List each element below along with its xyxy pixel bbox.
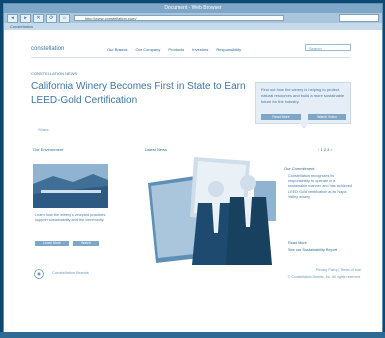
site-nav: Our Brands Our Company Products Investor… — [107, 47, 241, 52]
footer-copyright: © Constellation Brands, Inc. All rights … — [287, 275, 361, 279]
promo-watch-button[interactable]: Watch Video — [308, 114, 346, 120]
right-text: Constellation recognizes its responsibil… — [288, 174, 352, 199]
left-section-title: Our Environment — [33, 147, 64, 152]
nav-item-company[interactable]: Our Company — [135, 47, 160, 52]
right-read-more-link[interactable]: Read More — [288, 241, 307, 245]
nav-item-responsibility[interactable]: Responsibility — [216, 47, 241, 52]
header-divider — [31, 57, 351, 58]
vineyard-image[interactable] — [33, 164, 108, 208]
browser-search-input[interactable] — [339, 14, 379, 22]
reload-button[interactable]: ⟳ — [46, 13, 57, 23]
site-search-input[interactable]: Search — [305, 44, 351, 51]
tab-constellation[interactable]: Constellation — [4, 23, 382, 30]
article-kicker: CONSTELLATION NEWS — [31, 71, 78, 76]
article-headline: California Winery Becomes First in State… — [31, 81, 246, 106]
pager[interactable]: ‹ 1 2 3 › — [318, 147, 332, 152]
promo-read-more-button[interactable]: Read More — [261, 114, 301, 120]
window-title: Document - Web Browser — [4, 4, 382, 13]
left-caption: Learn how the winery's vineyard practice… — [35, 213, 106, 222]
nav-item-brands[interactable]: Our Brands — [107, 47, 127, 52]
footer-links[interactable]: Privacy Policy | Terms of Use — [316, 268, 361, 272]
back-button[interactable]: ◂ — [7, 13, 18, 23]
share-link[interactable]: Share — [38, 127, 49, 132]
right-report-link[interactable]: See our Sustainability Report — [288, 248, 337, 252]
right-section-title: Our Commitment — [284, 166, 315, 171]
promo-box: Find out how the winery is helping to pr… — [255, 82, 351, 124]
left-watch-button[interactable]: Watch — [73, 241, 99, 246]
nav-item-investors[interactable]: Investors — [192, 47, 208, 52]
browser-toolbar: ◂ ▸ ✕ ⟳ ⌂ http://www.constellation.com/ — [4, 13, 382, 23]
footer-brand: Constellation Brands — [52, 270, 89, 275]
forward-button[interactable]: ▸ — [20, 13, 31, 23]
mid-section-title: Latest News — [145, 147, 168, 152]
address-bar[interactable]: http://www.constellation.com/ — [74, 15, 284, 21]
footer-logo-icon[interactable] — [34, 266, 44, 279]
promo-text: Find out how the winery is helping to pr… — [261, 87, 345, 104]
executives-photo[interactable] — [142, 153, 282, 265]
stop-button[interactable]: ✕ — [33, 13, 44, 23]
left-learn-more-button[interactable]: Learn More — [35, 241, 69, 246]
nav-item-products[interactable]: Products — [168, 47, 184, 52]
home-button[interactable]: ⌂ — [59, 13, 70, 23]
taskbar — [0, 332, 385, 338]
site-logo[interactable]: constellation — [31, 46, 64, 52]
promo-callout-tip — [299, 123, 309, 129]
